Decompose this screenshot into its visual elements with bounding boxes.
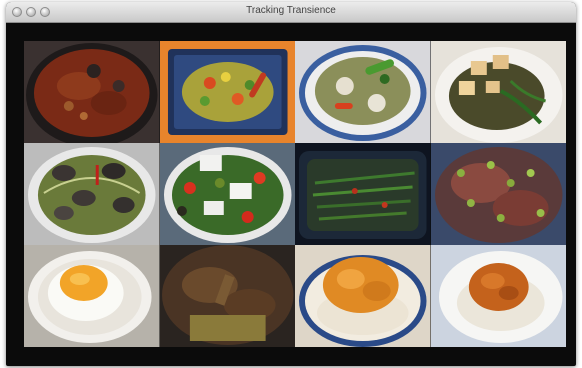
vegetable-bowl-photo[interactable]	[295, 41, 431, 143]
clams-noodles-photo[interactable]	[24, 143, 160, 245]
salad-photo[interactable]	[159, 143, 295, 245]
tofu-greens-photo[interactable]	[430, 41, 566, 143]
beans-in-dark-dish-photo[interactable]	[295, 143, 431, 245]
photo-grid	[24, 41, 566, 347]
app-window: Tracking Transience	[6, 2, 576, 366]
curry-rice-photo[interactable]	[295, 245, 431, 347]
window-title: Tracking Transience	[246, 5, 336, 16]
peas-and-meat-photo[interactable]	[430, 143, 566, 245]
curry-rice-white-plate-photo[interactable]	[430, 245, 566, 347]
stir-fry-on-blue-plate-photo[interactable]	[159, 41, 295, 143]
stew-bowl-photo[interactable]	[24, 41, 160, 143]
fried-egg-photo[interactable]	[24, 245, 160, 347]
dark-stew-photo[interactable]	[159, 245, 295, 347]
title-bar[interactable]: Tracking Transience	[6, 2, 576, 23]
